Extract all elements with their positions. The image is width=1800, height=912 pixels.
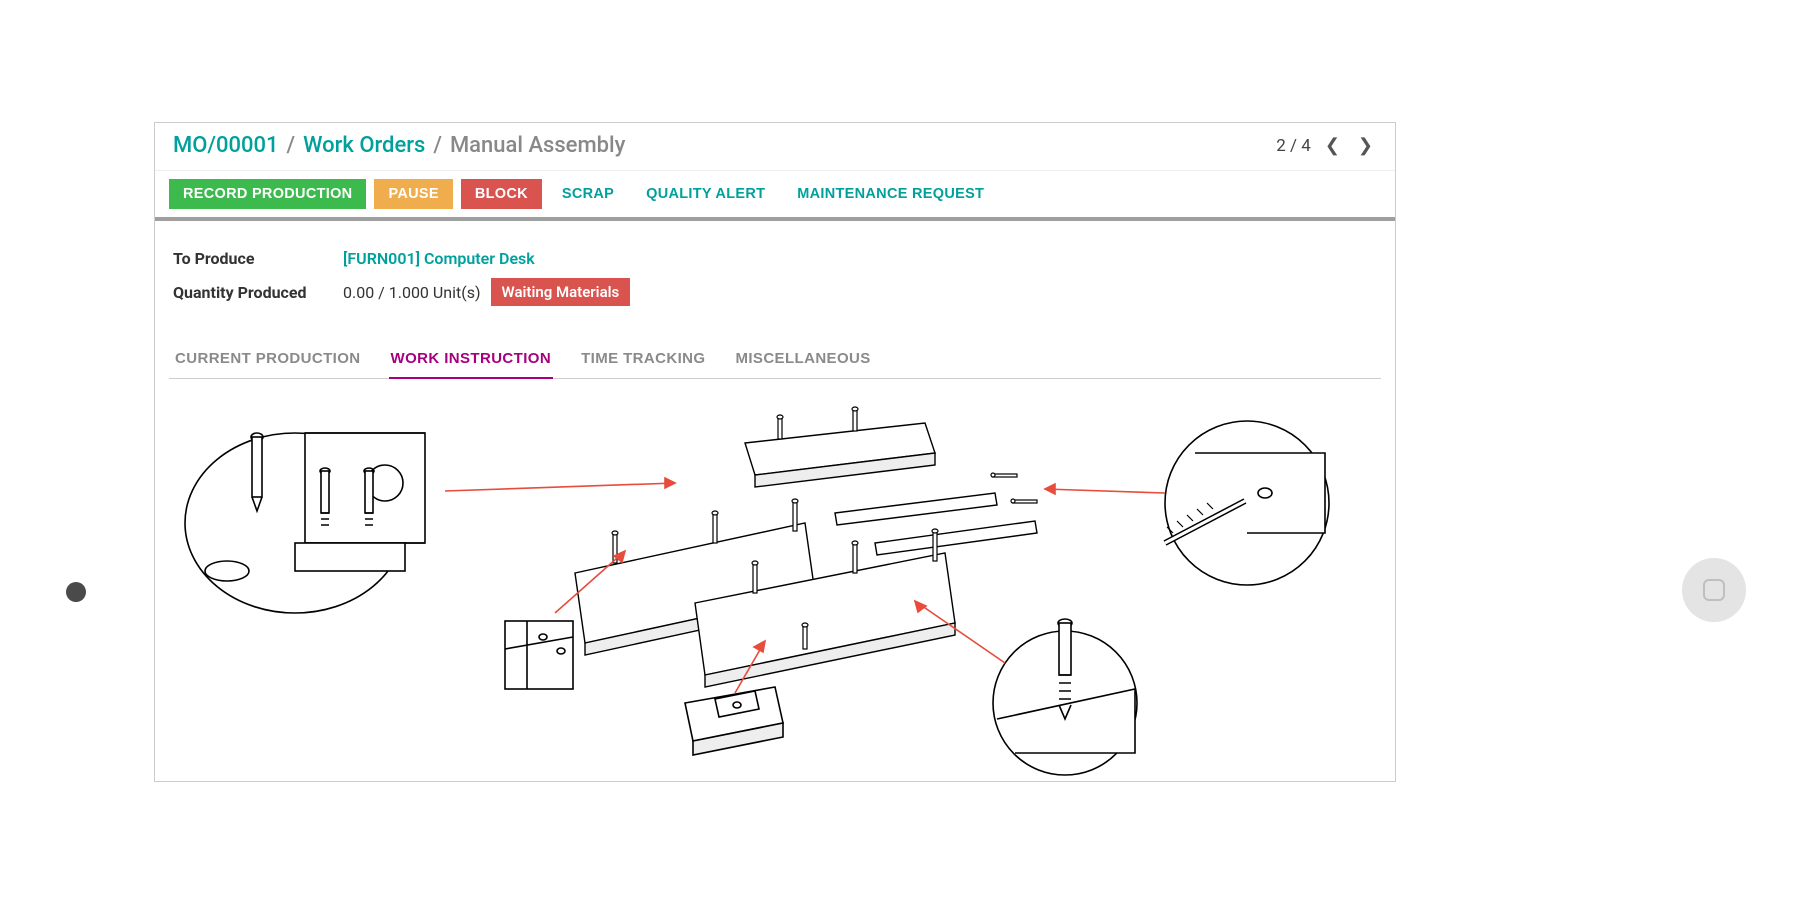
quantity-produced-value: 0.00 / 1.000 Unit(s) — [343, 283, 481, 302]
breadcrumb-sep-2: / — [433, 133, 442, 158]
tablet-home-button[interactable] — [1682, 558, 1746, 622]
breadcrumb-work-orders[interactable]: Work Orders — [303, 133, 425, 158]
breadcrumb-sep-1: / — [287, 133, 296, 158]
to-produce-value[interactable]: [FURN001] Computer Desk — [343, 249, 535, 268]
info-row-quantity: Quantity Produced 0.00 / 1.000 Unit(s) W… — [173, 278, 1377, 306]
scrap-button[interactable]: SCRAP — [550, 179, 626, 209]
tab-miscellaneous[interactable]: MISCELLANEOUS — [733, 342, 872, 379]
tab-bar: CURRENT PRODUCTION WORK INSTRUCTION TIME… — [169, 342, 1381, 379]
header-row: MO/00001 / Work Orders / Manual Assembly… — [155, 123, 1395, 171]
tablet-camera-icon — [66, 582, 86, 602]
pager: 2 / 4 ❮ ❯ — [1276, 133, 1377, 158]
home-icon — [1703, 579, 1725, 601]
pause-button[interactable]: PAUSE — [374, 179, 452, 209]
info-row-to-produce: To Produce [FURN001] Computer Desk — [173, 249, 1377, 268]
maintenance-request-button[interactable]: MAINTENANCE REQUEST — [785, 179, 996, 209]
tab-work-instruction[interactable]: WORK INSTRUCTION — [389, 342, 554, 379]
record-production-button[interactable]: RECORD PRODUCTION — [169, 179, 366, 209]
work-order-card: MO/00001 / Work Orders / Manual Assembly… — [154, 122, 1396, 782]
quantity-produced-label: Quantity Produced — [173, 283, 343, 302]
breadcrumb-root[interactable]: MO/00001 — [173, 133, 279, 158]
assembly-diagram-svg — [155, 393, 1397, 793]
breadcrumb-current: Manual Assembly — [450, 133, 625, 158]
status-badge: Waiting Materials — [491, 278, 631, 306]
chevron-left-icon[interactable]: ❮ — [1321, 133, 1344, 158]
to-produce-label: To Produce — [173, 249, 343, 268]
quality-alert-button[interactable]: QUALITY ALERT — [634, 179, 777, 209]
chevron-right-icon[interactable]: ❯ — [1354, 133, 1377, 158]
tab-current-production[interactable]: CURRENT PRODUCTION — [173, 342, 363, 379]
work-instruction-diagram — [155, 393, 1395, 793]
tab-time-tracking[interactable]: TIME TRACKING — [579, 342, 707, 379]
info-block: To Produce [FURN001] Computer Desk Quant… — [155, 221, 1395, 320]
breadcrumb: MO/00001 / Work Orders / Manual Assembly — [173, 133, 625, 158]
block-button[interactable]: BLOCK — [461, 179, 542, 209]
pager-text: 2 / 4 — [1276, 136, 1311, 156]
action-bar: RECORD PRODUCTION PAUSE BLOCK SCRAP QUAL… — [155, 171, 1395, 221]
